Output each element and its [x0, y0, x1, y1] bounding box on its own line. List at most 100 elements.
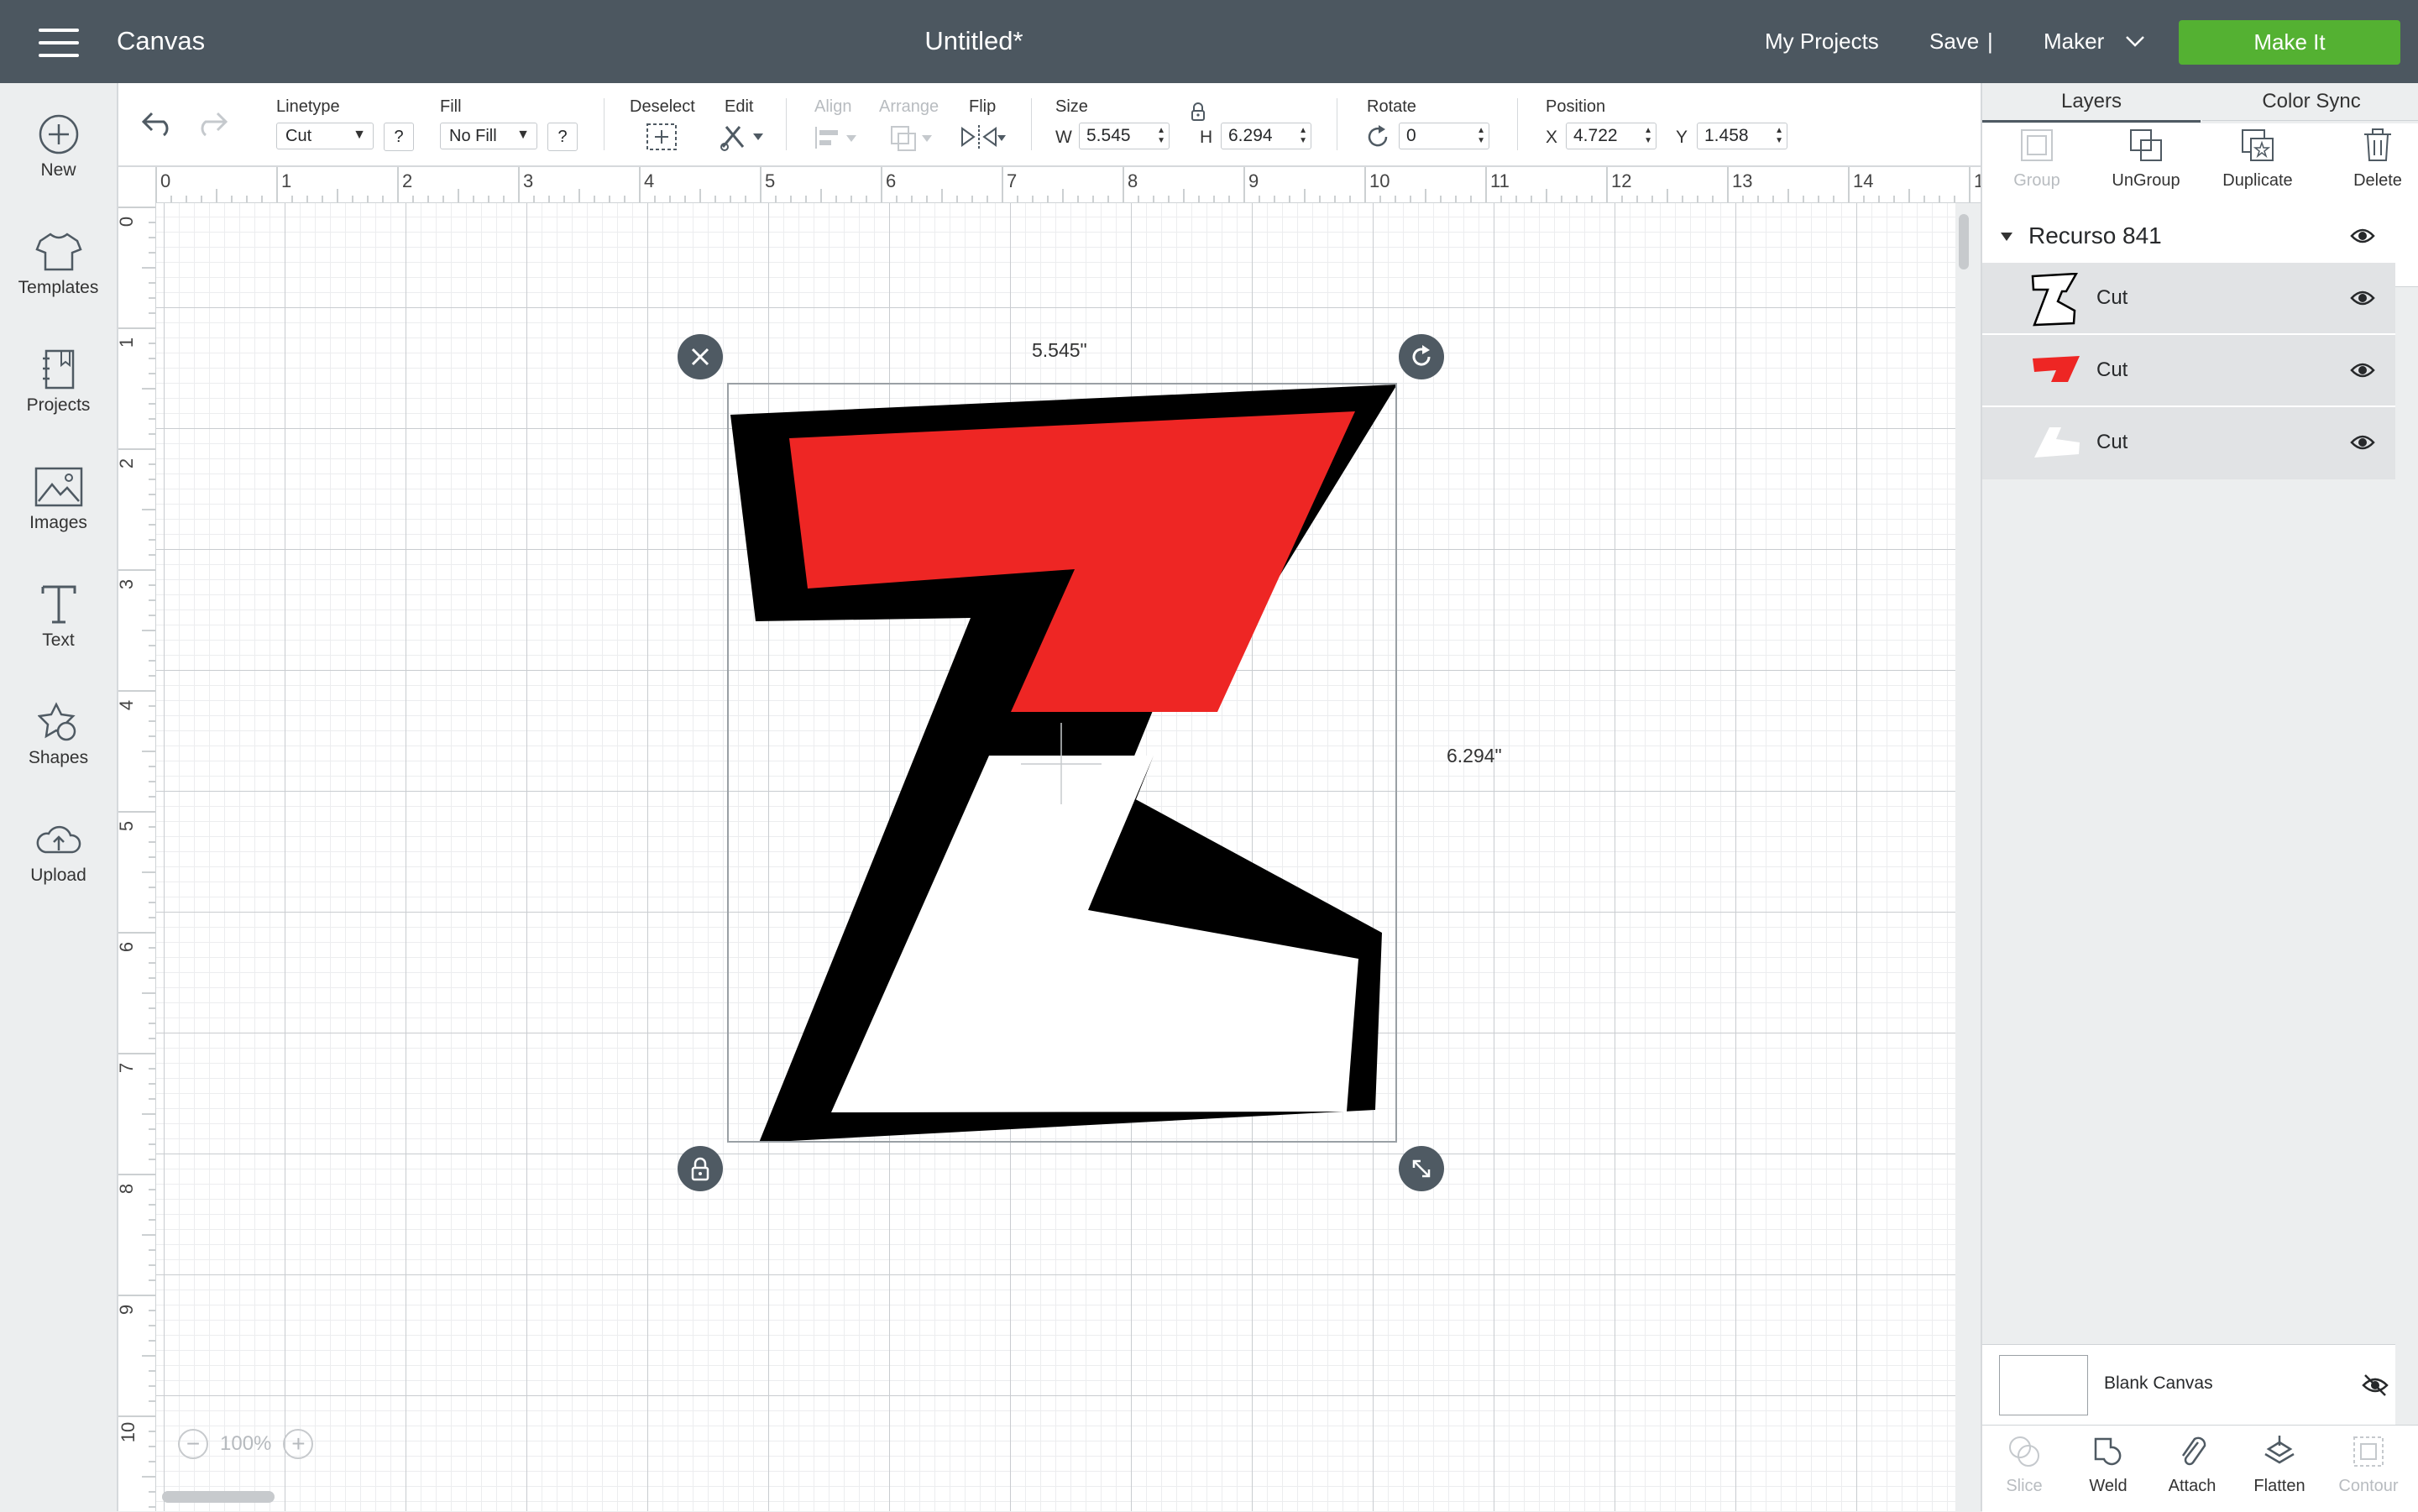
sidebar-label: Templates: [18, 278, 99, 297]
height-value: 6.294: [1228, 126, 1273, 145]
shapes-icon: [37, 702, 76, 741]
ruler-label: 7: [116, 1062, 138, 1074]
flip-icon[interactable]: [959, 123, 1009, 152]
ruler-label: 5: [765, 170, 776, 191]
resize-arrows-icon: [1412, 1159, 1431, 1178]
ruler-label: 1: [281, 170, 292, 191]
group-button[interactable]: Group: [1982, 123, 2091, 191]
ruler-label: 13: [1732, 170, 1753, 191]
ruler-label: 8: [1128, 170, 1138, 191]
size-label: Size: [1055, 97, 1088, 116]
attach-button[interactable]: Attach: [2150, 1434, 2234, 1496]
ruler-label: 3: [523, 170, 534, 191]
rotate-input[interactable]: 0 ▲ ▼: [1399, 123, 1489, 149]
undo-icon[interactable]: [140, 108, 175, 137]
trash-icon: [2364, 128, 2391, 161]
stepper-icon[interactable]: ▲ ▼: [1299, 126, 1307, 146]
horizontal-scrollbar[interactable]: [162, 1491, 275, 1503]
contour-button[interactable]: Contour: [2326, 1434, 2410, 1496]
redo-icon[interactable]: [194, 108, 229, 137]
y-position-input[interactable]: 1.458 ▲ ▼: [1697, 123, 1787, 149]
save-link[interactable]: Save: [1929, 29, 1979, 55]
ruler-label: 14: [1853, 170, 1874, 191]
ruler-label: 6: [116, 941, 138, 953]
sidebar-item-new[interactable]: New: [0, 113, 117, 222]
blank-canvas-swatch[interactable]: [1999, 1355, 2088, 1415]
eye-hidden-icon[interactable]: [2362, 1373, 2389, 1397]
width-dimension-label: 5.545": [1032, 339, 1087, 361]
linetype-help-button[interactable]: ?: [384, 123, 414, 151]
lock-icon: [691, 1157, 709, 1181]
flatten-label: Flatten: [2253, 1477, 2305, 1495]
edit-tools-icon[interactable]: [718, 122, 767, 152]
delete-button[interactable]: Delete: [2323, 123, 2418, 191]
left-sidebar: New Templates Projects Images Text Shape…: [0, 83, 118, 1511]
sidebar-item-projects[interactable]: Projects: [0, 348, 117, 458]
rotate-handle[interactable]: [1399, 334, 1444, 379]
zoom-out-button[interactable]: −: [178, 1429, 208, 1459]
stepper-icon[interactable]: ▲ ▼: [1644, 126, 1652, 146]
ruler-label: 1: [116, 337, 138, 348]
contour-icon: [2353, 1436, 2384, 1467]
image-icon: [34, 467, 82, 507]
position-label: Position: [1546, 97, 1606, 116]
rotate-icon: [1412, 345, 1431, 366]
stepper-icon[interactable]: ▲ ▼: [1775, 126, 1783, 146]
tshirt-icon: [34, 233, 82, 271]
zoom-in-button[interactable]: +: [283, 1429, 314, 1459]
tab-layers[interactable]: Layers: [1982, 83, 2201, 123]
layers-panel: Layers Color Sync Group UnGroup Duplicat…: [1981, 83, 2418, 1512]
align-label: Align: [814, 97, 852, 116]
sidebar-item-images[interactable]: Images: [0, 466, 117, 575]
make-it-button[interactable]: Make It: [2179, 20, 2400, 65]
vertical-scrollbar[interactable]: [1959, 214, 1969, 269]
stepper-icon[interactable]: ▲ ▼: [1477, 126, 1485, 146]
x-position-input[interactable]: 4.722 ▲ ▼: [1566, 123, 1656, 149]
tab-color-sync[interactable]: Color Sync: [2202, 83, 2418, 121]
red-shape-thumb-icon: [2033, 356, 2080, 382]
deselect-icon[interactable]: [645, 122, 678, 152]
fill-help-button[interactable]: ?: [547, 123, 578, 151]
sidebar-item-templates[interactable]: Templates: [0, 231, 117, 340]
sidebar-item-shapes[interactable]: Shapes: [0, 701, 117, 810]
width-label: W: [1055, 128, 1072, 147]
lock-handle[interactable]: [678, 1146, 723, 1191]
caret-down-icon[interactable]: [1999, 231, 2014, 243]
eye-icon[interactable]: [2350, 226, 2375, 246]
eye-icon[interactable]: [2350, 288, 2375, 308]
ruler-label: 4: [644, 170, 655, 191]
eye-icon[interactable]: [2350, 432, 2375, 453]
chevron-down-icon[interactable]: [2124, 34, 2146, 49]
layer-row[interactable]: Cut: [1982, 333, 2395, 405]
ruler-label: 10: [118, 1421, 139, 1443]
ruler-label: 0: [160, 170, 171, 191]
slice-button[interactable]: Slice: [1982, 1434, 2066, 1496]
lock-ratio-icon[interactable]: [1190, 102, 1206, 122]
ruler-label: 4: [116, 699, 138, 711]
width-input[interactable]: 5.545 ▲ ▼: [1079, 123, 1170, 149]
my-projects-link[interactable]: My Projects: [1765, 29, 1879, 55]
sidebar-item-text[interactable]: Text: [0, 583, 117, 693]
stepper-icon[interactable]: ▲ ▼: [1157, 126, 1165, 146]
resize-handle[interactable]: [1399, 1146, 1444, 1191]
ruler-label: 12: [1611, 170, 1632, 191]
ungroup-button[interactable]: UnGroup: [2091, 123, 2201, 191]
layer-group-row[interactable]: Recurso 841: [1982, 211, 2395, 261]
ruler-label: 3: [116, 578, 138, 590]
height-input[interactable]: 6.294 ▲ ▼: [1221, 123, 1311, 149]
sidebar-item-upload[interactable]: Upload: [0, 819, 117, 928]
linetype-select[interactable]: Cut ▼: [276, 123, 374, 149]
caret-down-icon: ▼: [516, 128, 530, 142]
layer-row[interactable]: Cut: [1982, 261, 2395, 333]
blank-canvas-row[interactable]: Blank Canvas: [1982, 1344, 2395, 1426]
flatten-button[interactable]: Flatten: [2237, 1434, 2321, 1496]
fill-select[interactable]: No Fill ▼: [440, 123, 537, 149]
delete-handle[interactable]: [678, 334, 723, 379]
machine-selector[interactable]: Maker: [2044, 29, 2104, 55]
plus-circle-icon: [39, 114, 78, 154]
arrange-label: Arrange: [879, 97, 939, 116]
duplicate-button[interactable]: Duplicate: [2190, 123, 2325, 191]
eye-icon[interactable]: [2350, 360, 2375, 380]
layer-row[interactable]: Cut: [1982, 405, 2395, 478]
weld-button[interactable]: Weld: [2066, 1434, 2150, 1496]
